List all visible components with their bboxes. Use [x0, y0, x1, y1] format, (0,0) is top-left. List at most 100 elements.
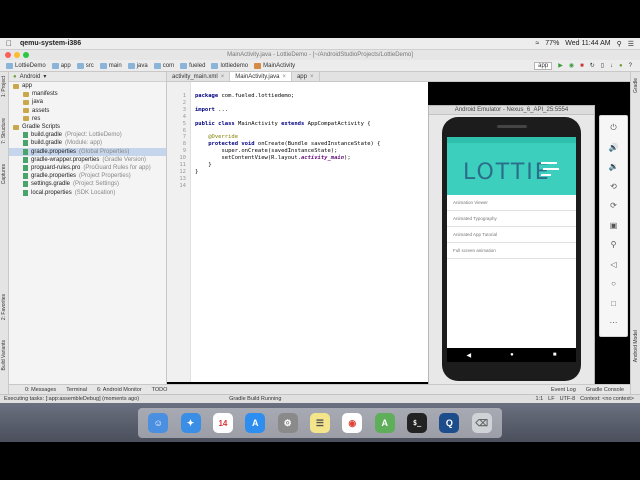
android-studio-icon[interactable]: A: [374, 413, 395, 433]
breadcrumb-com[interactable]: com: [152, 62, 176, 70]
tree-item[interactable]: manifests: [9, 90, 166, 98]
context-indicator[interactable]: Context: <no context>: [580, 396, 634, 402]
run-icon[interactable]: ▶: [558, 62, 563, 69]
list-item-animated-app-tutorial[interactable]: Animated App Tutorial: [447, 227, 576, 243]
tree-item[interactable]: gradle.properties (Project Properties): [9, 172, 166, 180]
help-icon[interactable]: ?: [629, 63, 632, 69]
sdk-manager-icon[interactable]: ↓: [610, 63, 613, 69]
zoom-icon[interactable]: ⚲: [607, 235, 621, 255]
menu-list-icon[interactable]: ☰: [628, 40, 634, 48]
debug-icon[interactable]: ◉: [569, 62, 574, 69]
cursor-position[interactable]: 1:1: [536, 396, 544, 402]
menubar-app-name[interactable]: qemu-system-i386: [20, 40, 81, 47]
tree-item[interactable]: build.gradle (Project: LottieDemo): [9, 131, 166, 139]
close-icon[interactable]: ×: [221, 72, 225, 82]
tool-tab-gradle-console[interactable]: Gradle Console: [586, 387, 624, 393]
minimize-window-button[interactable]: [14, 52, 20, 58]
close-icon[interactable]: ×: [310, 72, 314, 82]
avd-manager-icon[interactable]: ▯: [601, 62, 604, 69]
volume-down-icon[interactable]: 🔉: [607, 157, 621, 177]
run-config-select[interactable]: app: [534, 61, 553, 70]
code-editor[interactable]: package com.fueled.lottiedemo; import ..…: [191, 82, 428, 382]
finder-icon[interactable]: ☺: [148, 413, 169, 433]
build-status[interactable]: Gradle Build Running: [229, 396, 281, 402]
back-icon[interactable]: ◀: [467, 352, 472, 359]
back-icon[interactable]: ◁: [607, 255, 621, 275]
file-encoding[interactable]: UTF-8: [560, 396, 576, 402]
tree-item[interactable]: gradle-wrapper.properties (Gradle Version…: [9, 156, 166, 164]
battery-percent[interactable]: 77%: [545, 40, 559, 47]
breadcrumb-project[interactable]: LottieDemo: [4, 62, 48, 70]
tool-tab-favorites[interactable]: 2: Favorites: [1, 294, 7, 320]
breadcrumb-fueled[interactable]: fueled: [178, 62, 207, 70]
close-icon[interactable]: ×: [282, 72, 286, 82]
breadcrumb-src[interactable]: src: [75, 62, 96, 70]
android-icon[interactable]: ●: [619, 63, 623, 69]
tree-item[interactable]: proguard-rules.pro (ProGuard Rules for ap…: [9, 164, 166, 172]
folder-icon: [51, 62, 59, 69]
tree-item[interactable]: local.properties (SDK Location): [9, 188, 166, 196]
project-view-selector[interactable]: ● Android ▾: [9, 72, 166, 82]
list-item-full-screen-animation[interactable]: Full screen animation: [447, 243, 576, 259]
tool-tab-android-model[interactable]: Android Model: [633, 330, 639, 362]
tool-tab-messages[interactable]: 0: Messages: [25, 387, 56, 393]
system-preferences-icon[interactable]: ⚙: [277, 413, 298, 433]
menubar-clock[interactable]: Wed 11:44 AM: [565, 40, 610, 47]
chrome-icon[interactable]: ◉: [342, 413, 363, 433]
tool-tab-build-variants[interactable]: Build Variants: [1, 340, 7, 370]
tool-tab-todo[interactable]: TODO: [152, 387, 168, 393]
tool-tab-terminal[interactable]: Terminal: [66, 387, 87, 393]
tool-tab-project[interactable]: 1: Project: [1, 76, 7, 97]
list-item-animated-typography[interactable]: Animated Typography: [447, 211, 576, 227]
overview-icon[interactable]: □: [607, 294, 621, 314]
recents-icon[interactable]: ■: [553, 352, 557, 358]
terminal-icon[interactable]: $_: [407, 413, 428, 433]
tool-tab-android-monitor[interactable]: 6: Android Monitor: [97, 387, 142, 393]
qemu-icon[interactable]: Q: [439, 413, 460, 433]
line-separator[interactable]: LF: [548, 396, 554, 402]
tab-mainactivity-java[interactable]: MainActivity.java ×: [230, 72, 292, 81]
notes-icon[interactable]: ☰: [309, 413, 330, 433]
tool-tab-gradle[interactable]: Gradle: [633, 78, 639, 93]
stop-icon[interactable]: ■: [580, 63, 584, 69]
tree-item[interactable]: gradle.properties (Global Properties): [9, 147, 166, 156]
volume-up-icon[interactable]: 🔊: [607, 138, 621, 158]
search-icon[interactable]: ⚲: [617, 40, 622, 48]
apple-icon[interactable]: : [6, 39, 12, 48]
breadcrumb-main[interactable]: main: [98, 62, 124, 70]
breadcrumb-mainactivity[interactable]: MainActivity: [252, 62, 297, 70]
tree-item[interactable]: assets: [9, 107, 166, 115]
tree-item[interactable]: settings.gradle (Project Settings): [9, 180, 166, 188]
tab-activity-main-xml[interactable]: activity_main.xml ×: [167, 72, 231, 82]
status-message[interactable]: Executing tasks: [:app:assembleDebug] (m…: [4, 396, 139, 402]
sync-icon[interactable]: ↻: [590, 62, 595, 69]
power-icon[interactable]: ⏻: [607, 118, 621, 138]
tree-item[interactable]: res: [9, 115, 166, 123]
wifi-icon[interactable]: ≈: [535, 40, 539, 47]
breadcrumb-lottiedemo[interactable]: lottiedemo: [209, 62, 250, 70]
rotate-left-icon[interactable]: ⟲: [607, 177, 621, 197]
zoom-window-button[interactable]: [23, 52, 29, 58]
camera-icon[interactable]: ▣: [607, 216, 621, 236]
home-icon[interactable]: ●: [510, 352, 514, 358]
breadcrumb-java[interactable]: java: [126, 62, 150, 70]
phone-screen[interactable]: LOTTIE Animation Viewer Animated Typogra…: [447, 137, 576, 362]
trash-icon[interactable]: ⌫: [471, 413, 492, 433]
tool-tab-structure[interactable]: 7: Structure: [1, 118, 7, 144]
rotate-right-icon[interactable]: ⟳: [607, 196, 621, 216]
tab-app[interactable]: app ×: [292, 72, 320, 81]
breadcrumb-app[interactable]: app: [50, 62, 73, 70]
tree-item[interactable]: Gradle Scripts: [9, 123, 166, 131]
tree-item[interactable]: app: [9, 82, 166, 90]
close-window-button[interactable]: [5, 52, 11, 58]
tool-tab-captures[interactable]: Captures: [1, 164, 7, 184]
home-icon[interactable]: ○: [607, 274, 621, 294]
tool-tab-event-log[interactable]: Event Log: [551, 387, 576, 393]
more-icon[interactable]: ⋯: [607, 313, 621, 333]
tree-item[interactable]: build.gradle (Module: app): [9, 139, 166, 147]
app-store-icon[interactable]: A: [245, 413, 266, 433]
tree-item[interactable]: java: [9, 98, 166, 106]
safari-icon[interactable]: ✦: [180, 413, 201, 433]
list-item-animation-viewer[interactable]: Animation Viewer: [447, 195, 576, 211]
calendar-icon[interactable]: 14: [212, 413, 233, 433]
